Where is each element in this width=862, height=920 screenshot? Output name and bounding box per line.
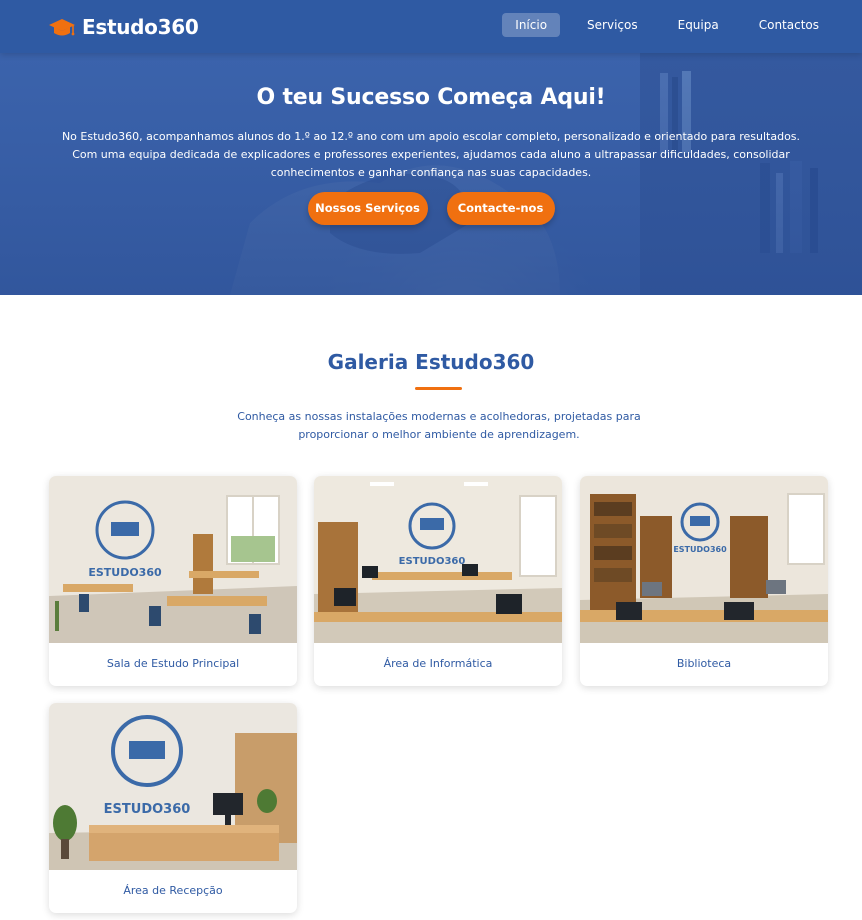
brand-logo[interactable]: Estudo360 <box>48 14 199 39</box>
hero-description: No Estudo360, acompanhamos alunos do 1.º… <box>36 128 826 182</box>
nav-item-equipa[interactable]: Equipa <box>665 13 732 37</box>
graduation-cap-icon <box>49 18 75 35</box>
brand-name: Estudo360 <box>82 14 199 39</box>
hero-description-line-1: No Estudo360, acompanhamos alunos do 1.º… <box>61 130 801 143</box>
gallery-card-study-room[interactable]: ESTUDO360 Sala de Estudo Principal <box>49 476 297 686</box>
gallery-title: Galeria Estudo360 <box>327 350 535 374</box>
gallery-card-computer-area[interactable]: ESTUDO360 Área de Informática <box>314 476 562 686</box>
reception-image: ESTUDO360 <box>49 703 297 870</box>
nav-item-servicos[interactable]: Serviços <box>574 13 651 37</box>
card-label: Biblioteca <box>676 657 732 670</box>
wall-logo-text: ESTUDO360 <box>399 556 466 567</box>
gallery-subtitle: Conheça as nossas instalações modernas e… <box>237 410 641 441</box>
computer-area-image: ESTUDO360 <box>314 476 562 643</box>
contact-button[interactable]: Contacte-nos <box>446 192 555 225</box>
gallery-card-reception[interactable]: ESTUDO360 Área de Recepção <box>49 703 297 913</box>
nav-item-contactos[interactable]: Contactos <box>746 13 832 37</box>
nav-item-inicio[interactable]: Início <box>502 13 561 37</box>
hero-buttons: Nossos Serviços Contacte-nos <box>0 192 862 225</box>
wall-logo-text: ESTUDO360 <box>88 566 162 579</box>
nav-menu: Início Serviços Equipa Contactos <box>488 13 832 37</box>
gallery-card-library[interactable]: ESTUDO360 Biblioteca <box>580 476 828 686</box>
card-label: Área de Informática <box>383 657 493 670</box>
library-image: ESTUDO360 <box>580 476 828 643</box>
wall-logo-text: ESTUDO360 <box>104 802 191 817</box>
hero-section: O teu Sucesso Começa Aqui! No Estudo360,… <box>0 53 862 295</box>
hero-title: O teu Sucesso Começa Aqui! <box>256 85 606 110</box>
hero-description-line-2: Com uma equipa dedicada de explicadores … <box>72 148 790 179</box>
card-label: Sala de Estudo Principal <box>106 657 240 670</box>
wall-logo-text: ESTUDO360 <box>673 545 727 554</box>
card-label: Área de Recepção <box>123 884 223 897</box>
title-underline <box>415 387 462 390</box>
study-room-image: ESTUDO360 <box>49 476 297 643</box>
services-button[interactable]: Nossos Serviços <box>307 192 428 225</box>
hero-content: O teu Sucesso Começa Aqui! No Estudo360,… <box>0 53 862 225</box>
navbar: Estudo360 Início Serviços Equipa Contact… <box>0 0 862 53</box>
